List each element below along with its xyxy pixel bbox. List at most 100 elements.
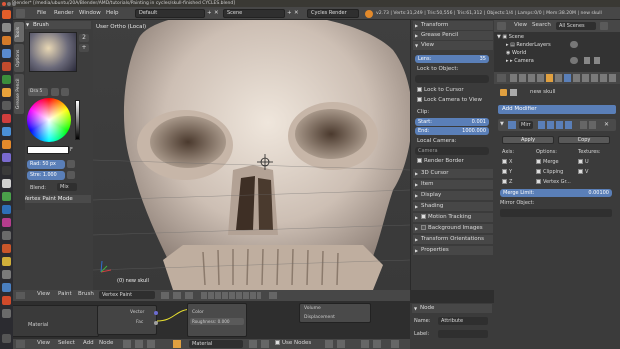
- maximize-icon[interactable]: [12, 1, 16, 6]
- render-preview-icon[interactable]: [269, 292, 277, 299]
- data-tab-icon[interactable]: [573, 74, 580, 82]
- app-icon[interactable]: [2, 49, 11, 58]
- filter-icon[interactable]: [600, 22, 608, 30]
- world-tab-icon[interactable]: [537, 74, 544, 82]
- pressure-strength-icon[interactable]: [67, 171, 75, 179]
- pivot-icon[interactable]: [173, 292, 181, 299]
- app-icon[interactable]: [2, 179, 11, 188]
- snap-icon[interactable]: [325, 340, 333, 348]
- texture-v-row[interactable]: V: [578, 169, 588, 175]
- bsdf-node[interactable]: Color Roughness: 0.000: [187, 303, 247, 337]
- cage-icon[interactable]: [565, 121, 572, 129]
- render-camera-icon[interactable]: [594, 57, 600, 64]
- brush-add-button[interactable]: +: [79, 44, 89, 52]
- tab-tools[interactable]: Tools: [14, 22, 24, 42]
- move-up-icon[interactable]: [580, 121, 587, 129]
- axis-z-row[interactable]: Z: [502, 179, 512, 185]
- mask-icon[interactable]: [185, 292, 193, 299]
- material-node[interactable]: Material: [13, 305, 99, 337]
- render-border-checkbox[interactable]: [417, 158, 422, 163]
- panel-item[interactable]: Item: [413, 180, 493, 189]
- outliner-item-camera[interactable]: ▸ ▸ Camera: [506, 58, 534, 64]
- menu-render[interactable]: Render: [54, 9, 74, 18]
- modifiers-tab-icon[interactable]: [564, 74, 571, 82]
- axis-y-row[interactable]: Y: [502, 169, 512, 175]
- panel-grease-pencil[interactable]: Grease Pencil: [413, 31, 493, 40]
- texture-v-checkbox[interactable]: [578, 169, 583, 174]
- outliner-display-select[interactable]: All Scenes: [556, 22, 596, 30]
- tab-options[interactable]: Options: [14, 44, 24, 72]
- axis-z-checkbox[interactable]: [502, 179, 507, 184]
- panel-view[interactable]: View: [413, 41, 493, 50]
- header-menu-brush[interactable]: Brush: [78, 291, 94, 297]
- panel-3d-cursor[interactable]: 3D Cursor: [413, 169, 493, 178]
- app-icon[interactable]: [2, 231, 11, 240]
- radius-field[interactable]: Rad: 50 px: [27, 160, 65, 169]
- constraints-tab-icon[interactable]: [555, 74, 562, 82]
- 3d-viewport[interactable]: User Ortho (Local) (0) new skull: [93, 20, 410, 290]
- shading-icon[interactable]: [161, 292, 169, 299]
- object-tab-icon[interactable]: [546, 74, 553, 82]
- render-border-row[interactable]: Render Border: [413, 157, 493, 166]
- value-slider[interactable]: [75, 100, 80, 140]
- modifier-expand-icon[interactable]: ▼: [500, 121, 504, 127]
- color-wheel[interactable]: [27, 98, 71, 142]
- app-icon[interactable]: [2, 205, 11, 214]
- shader-type-icon[interactable]: [123, 340, 131, 348]
- clip-end-field[interactable]: End: 1000.000: [415, 127, 489, 135]
- color-swatch[interactable]: [27, 146, 69, 154]
- header-menu-view[interactable]: View: [37, 291, 50, 297]
- lock-camera-row[interactable]: Lock Camera to View: [413, 96, 493, 105]
- outliner-item-world[interactable]: ◉ World: [506, 50, 526, 56]
- layout-select[interactable]: Default: [135, 9, 205, 18]
- panel-shading[interactable]: Shading: [413, 202, 493, 211]
- merge-checkbox[interactable]: [536, 159, 541, 164]
- axis-x-checkbox[interactable]: [502, 159, 507, 164]
- app-icon[interactable]: [2, 88, 11, 97]
- texture-u-row[interactable]: U: [578, 159, 589, 165]
- panel-transform[interactable]: Transform: [413, 21, 493, 30]
- visibility-icon[interactable]: [570, 41, 578, 48]
- app-icon[interactable]: [2, 192, 11, 201]
- lock-cursor-checkbox[interactable]: [417, 87, 422, 92]
- material-select[interactable]: Material: [189, 340, 243, 348]
- close-icon[interactable]: [2, 1, 6, 6]
- vertex-groups-checkbox[interactable]: [536, 179, 541, 184]
- brush-new-icon[interactable]: [61, 88, 69, 96]
- blender-icon[interactable]: [2, 140, 11, 149]
- use-nodes-checkbox[interactable]: [275, 340, 280, 345]
- app-icon[interactable]: [2, 309, 11, 318]
- merge-row[interactable]: Merge: [536, 159, 559, 165]
- add-layout-icon[interactable]: +: [207, 9, 212, 18]
- node-label-field[interactable]: [438, 330, 488, 338]
- files-icon[interactable]: [2, 23, 11, 32]
- viewport-editor-icon[interactable]: [16, 292, 25, 299]
- outliner-item-renderlayers[interactable]: ▸ ▤ RenderLayers: [506, 42, 551, 48]
- app-icon[interactable]: [2, 296, 11, 305]
- layer-buttons[interactable]: [201, 292, 261, 299]
- node-menu-add[interactable]: Add: [83, 340, 94, 346]
- world-type-icon[interactable]: [147, 340, 155, 348]
- app-icon[interactable]: [2, 101, 11, 110]
- fake-user-icon[interactable]: [249, 340, 257, 348]
- panel-display[interactable]: Display: [413, 191, 493, 200]
- object-type-icon[interactable]: [135, 340, 143, 348]
- app-icon[interactable]: [2, 244, 11, 253]
- outliner-menu-view[interactable]: View: [514, 22, 527, 28]
- panel-properties[interactable]: Properties: [413, 246, 493, 255]
- node-panel-header[interactable]: Node: [412, 304, 492, 313]
- node-editor-icon[interactable]: [16, 340, 25, 348]
- brush-panel-header[interactable]: Brush: [25, 21, 91, 29]
- render-engine-select[interactable]: Cycles Render: [307, 9, 359, 18]
- outliner-menu-search[interactable]: Search: [532, 22, 551, 28]
- pressure-radius-icon[interactable]: [67, 160, 75, 168]
- add-scene-icon[interactable]: +: [287, 9, 292, 18]
- clip-start-field[interactable]: Start: 0.001: [415, 118, 489, 126]
- add-modifier-select[interactable]: Add Modifier: [498, 105, 616, 114]
- app-icon[interactable]: [2, 127, 11, 136]
- panel-background-images[interactable]: Background Images: [413, 224, 493, 233]
- scene-select[interactable]: Scene: [223, 9, 285, 18]
- header-menu-paint[interactable]: Paint: [58, 291, 72, 297]
- tab-grease-pencil[interactable]: Grease Pencil: [14, 74, 24, 114]
- menu-window[interactable]: Window: [79, 9, 101, 18]
